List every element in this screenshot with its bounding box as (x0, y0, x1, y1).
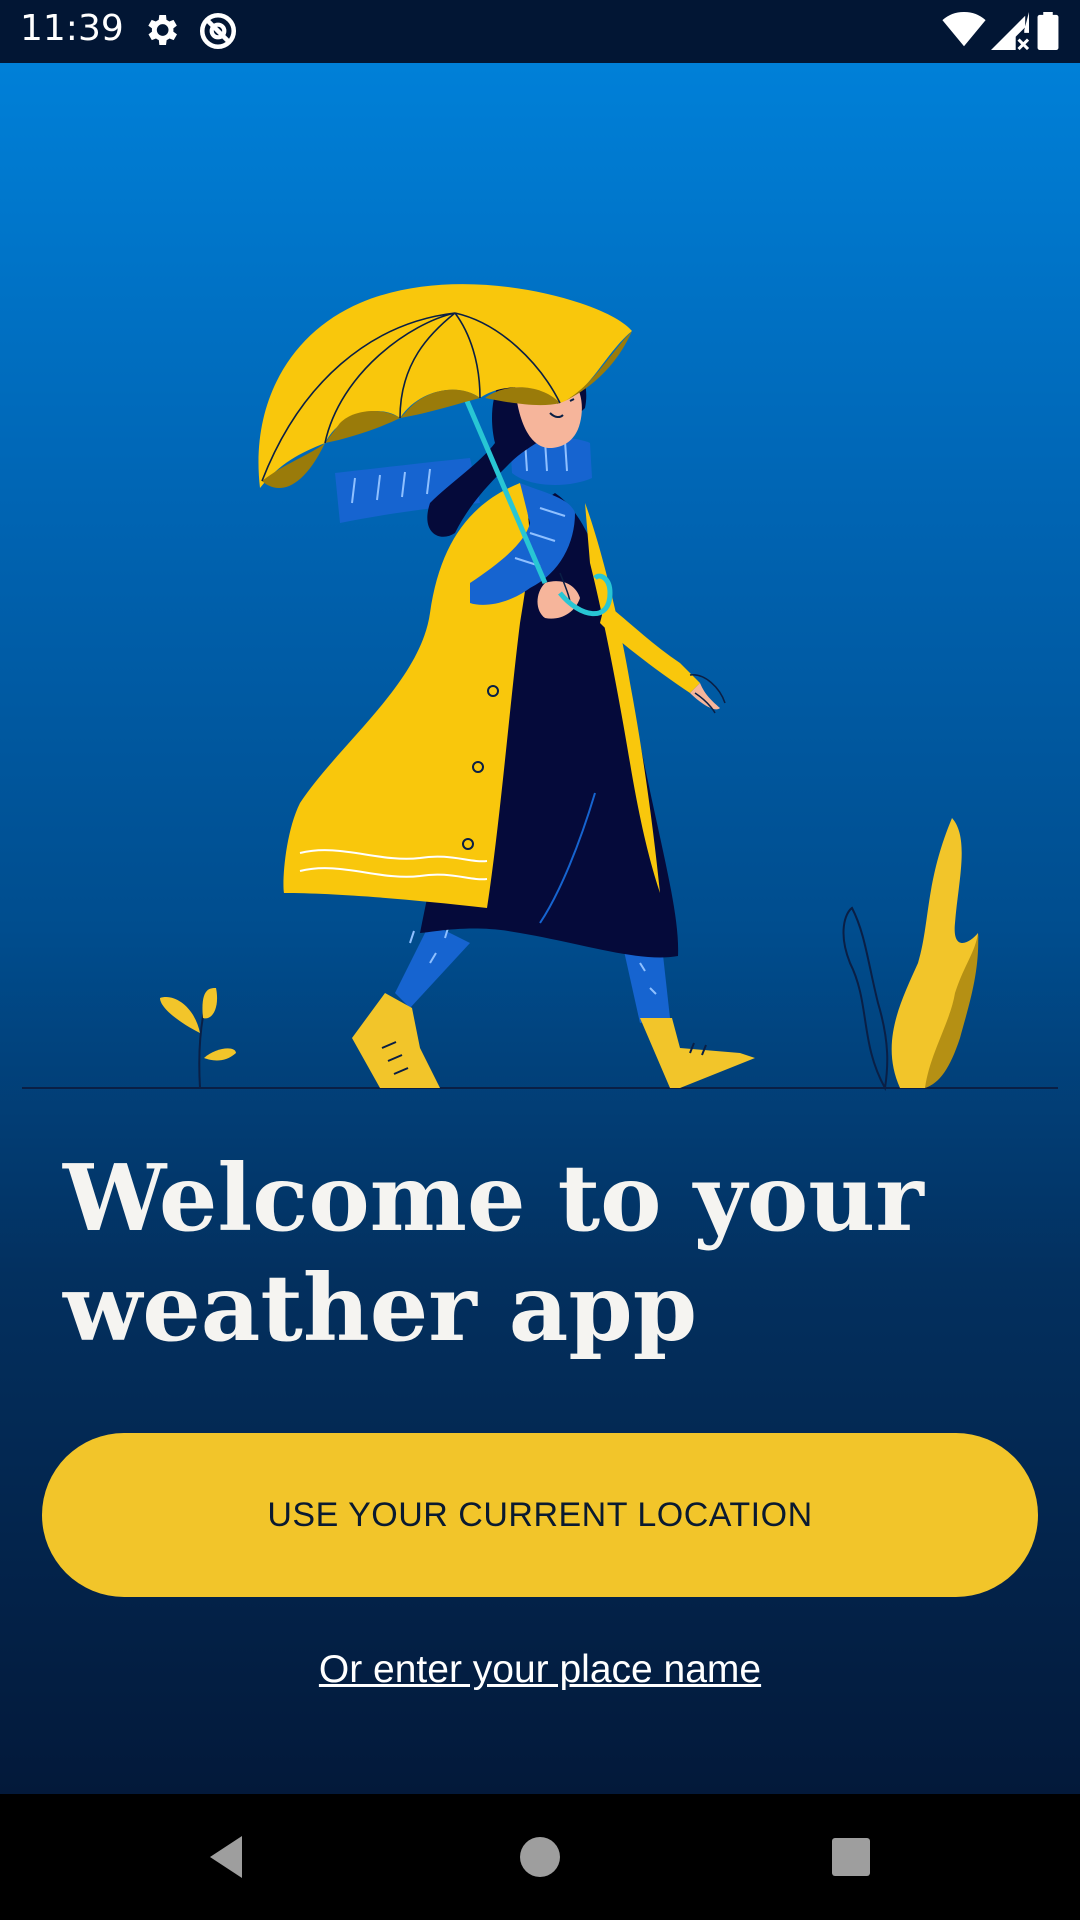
use-current-location-button[interactable]: USE YOUR CURRENT LOCATION (42, 1433, 1038, 1597)
welcome-screen: Welcome to your weather app USE YOUR CUR… (0, 63, 1080, 1794)
gear-icon (148, 15, 177, 45)
recents-icon[interactable] (816, 1824, 886, 1890)
welcome-title-line-2: weather app (63, 1254, 698, 1362)
welcome-title-line-1: Welcome to your (63, 1144, 924, 1252)
battery-icon (1037, 12, 1059, 50)
back-icon[interactable] (190, 1824, 260, 1890)
legs (352, 923, 755, 1088)
woman-with-umbrella-illustration (22, 284, 1058, 1092)
no-sync-icon (199, 12, 237, 50)
right-plant (842, 818, 979, 1092)
signal-icon (991, 12, 1030, 50)
welcome-title: Welcome to your weather app (63, 1143, 1013, 1363)
enter-place-name-link[interactable]: Or enter your place name (0, 1648, 1080, 1692)
wifi-icon (942, 12, 986, 47)
status-bar: 11:39 (0, 0, 1080, 63)
home-icon[interactable] (505, 1824, 575, 1890)
left-plant (160, 988, 236, 1089)
navigation-bar (0, 1794, 1080, 1920)
status-time: 11:39 (20, 8, 124, 49)
